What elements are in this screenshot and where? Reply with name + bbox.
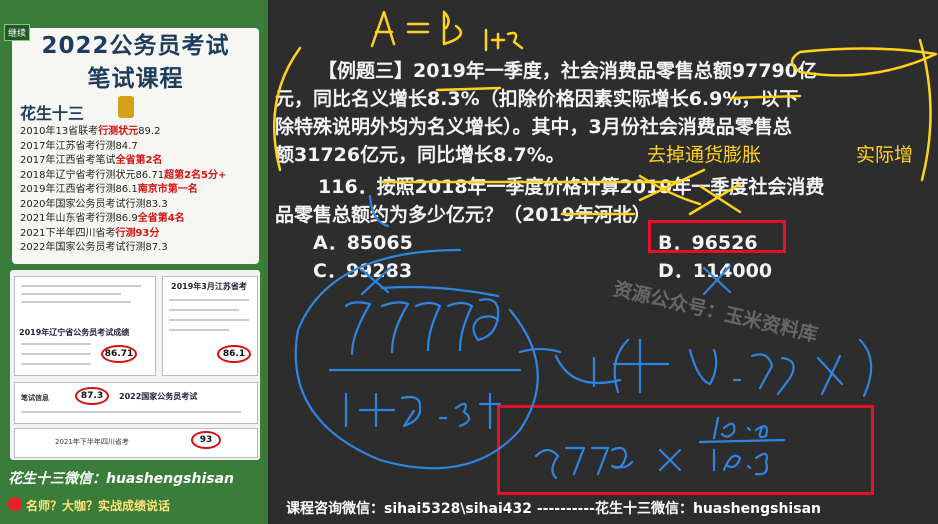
handwritten-note-real: 实际增	[856, 144, 914, 166]
brand-name: 花生十三	[20, 104, 85, 123]
score-doc-sichuan-score: 93	[191, 431, 221, 449]
achievement-item: 2022年国家公务员考试行测87.3	[20, 241, 256, 256]
question-prompt-line1: 116．按照2018年一季度价格计算2019年一季度社会消费	[318, 176, 825, 198]
score-doc-national-label: 笔试信息	[21, 394, 49, 402]
question-text-line2: 元，同比名义增长8.3%（扣除价格因素实际增长6.9%，以下	[275, 88, 799, 110]
score-doc-national-score: 87.3	[75, 387, 109, 405]
achievement-list: 2010年13省联考行测状元89.2 2017年江苏省考行测84.7 2017年江西…	[20, 125, 256, 256]
wechat-promo: 花生十三微信：huashengshisan	[8, 471, 235, 487]
question-area: 【例题三】2019年一季度，社会消费品零售总额97790亿 元，同比名义增长8.…	[268, 0, 938, 524]
achievement-text: 2020年国家公务员考试行测83.3	[20, 198, 168, 210]
calculation-highlight-box	[497, 405, 874, 495]
score-doc-liaoning-score: 86.71	[101, 345, 137, 363]
achievement-highlight: 超第2名5分+	[164, 169, 227, 181]
score-doc-national-title: 2022国家公务员考试	[119, 392, 198, 401]
achievement-item: 2018年辽宁省考行测状元86.71超第2名5分+	[20, 169, 256, 184]
score-doc-jiangsu-score: 86.1	[217, 345, 251, 363]
achievement-text: 2010年13省联考	[20, 126, 99, 137]
achievement-text: 2022年国家公务员考试行测87.3	[20, 242, 168, 253]
option-c: C．99283	[313, 260, 413, 282]
achievement-text: 2017年江苏省考行测84.7	[20, 140, 138, 152]
achievement-text: 2018年辽宁省考行测状元86.71	[20, 169, 165, 181]
course-card: 2022公务员考试 笔试课程 花生十三 2010年13省联考行测状元89.2 20…	[12, 28, 259, 264]
achievement-highlight: 南京市第一名	[137, 184, 198, 195]
achievement-item: 2010年13省联考行测状元89.2	[20, 125, 256, 140]
achievement-highlight: 行测状元	[98, 126, 139, 137]
achievement-text: 2017年江西省考笔试	[20, 155, 116, 166]
achievement-item: 2019年江西省考行测86.1南京市第一名	[20, 183, 256, 198]
promo-panel: 2022公务员考试 笔试课程 花生十三 2010年13省联考行测状元89.2 20…	[0, 0, 268, 524]
watermark: 资源公众号：玉米资料库	[611, 277, 820, 347]
option-d: D．114000	[658, 260, 773, 282]
question-text-line1: 【例题三】2019年一季度，社会消费品零售总额97790亿	[318, 60, 817, 82]
question-text-line3: 除特殊说明外均为名义增长）。其中，3月份社会消费品零售总	[275, 116, 792, 138]
score-doc-liaoning-title: 2019年辽宁省公务员考试成绩	[19, 328, 130, 337]
course-title-line2: 笔试课程	[87, 66, 184, 92]
achievement-text: 2021下半年四川省考	[20, 227, 116, 239]
achievement-text: 2019年江西省考行测86.1	[20, 184, 138, 195]
achievement-item: 2021下半年四川省考行测93分	[20, 227, 256, 242]
achievement-highlight: 全省第4名	[137, 213, 185, 224]
answer-highlight-box	[648, 220, 786, 253]
achievement-highlight: 全省第2名	[115, 155, 163, 166]
course-title: 2022公务员考试 笔试课程	[12, 30, 259, 96]
score-doc-jiangsu-title: 2019年3月江苏省考	[171, 282, 247, 291]
trophy-icon	[118, 96, 134, 118]
score-doc-liaoning: 2019年辽宁省公务员考试成绩 86.71	[14, 276, 156, 376]
score-doc-sichuan: 2021年下半年四川省考 93	[14, 428, 258, 458]
slogan: 名师？大咖？实战成绩说话	[26, 499, 171, 513]
achievement-highlight: 行测93分	[115, 227, 160, 239]
score-doc-jiangsu: 2019年3月江苏省考 86.1	[162, 276, 258, 376]
question-prompt-line2: 品零售总额约为多少亿元？（2019年河北）	[275, 204, 651, 226]
score-screenshots: 2019年辽宁省公务员考试成绩 86.71 2019年3月江苏省考 86.1 笔…	[10, 270, 260, 460]
lecture-screen: 2022公务员考试 笔试课程 花生十三 2010年13省联考行测状元89.2 20…	[0, 0, 938, 524]
achievement-item: 2017年江西省考笔试全省第2名	[20, 154, 256, 169]
fire-icon	[8, 497, 22, 511]
achievement-item: 2021年山东省考行测86.9全省第4名	[20, 212, 256, 227]
achievement-item: 2020年国家公务员考试行测83.3	[20, 198, 256, 213]
achievement-score: 89.2	[138, 126, 161, 137]
continue-badge[interactable]: 继续	[4, 24, 31, 41]
question-text-line4: 额31726亿元，同比增长8.7%。	[275, 144, 565, 166]
score-doc-national: 笔试信息 87.3 2022国家公务员考试	[14, 382, 258, 424]
achievement-item: 2017年江苏省考行测84.7	[20, 140, 256, 155]
handwritten-note-inflation: 去掉通货膨胀	[647, 144, 762, 166]
option-a: A．85065	[313, 232, 413, 254]
score-doc-sichuan-row: 2021年下半年四川省考	[55, 438, 129, 446]
footer-contact: 课程咨询微信：sihai5328\sihai432 ----------花生十三…	[286, 501, 821, 517]
achievement-text: 2021年山东省考行测86.9	[20, 213, 138, 224]
course-title-line1: 2022公务员考试	[41, 33, 230, 59]
